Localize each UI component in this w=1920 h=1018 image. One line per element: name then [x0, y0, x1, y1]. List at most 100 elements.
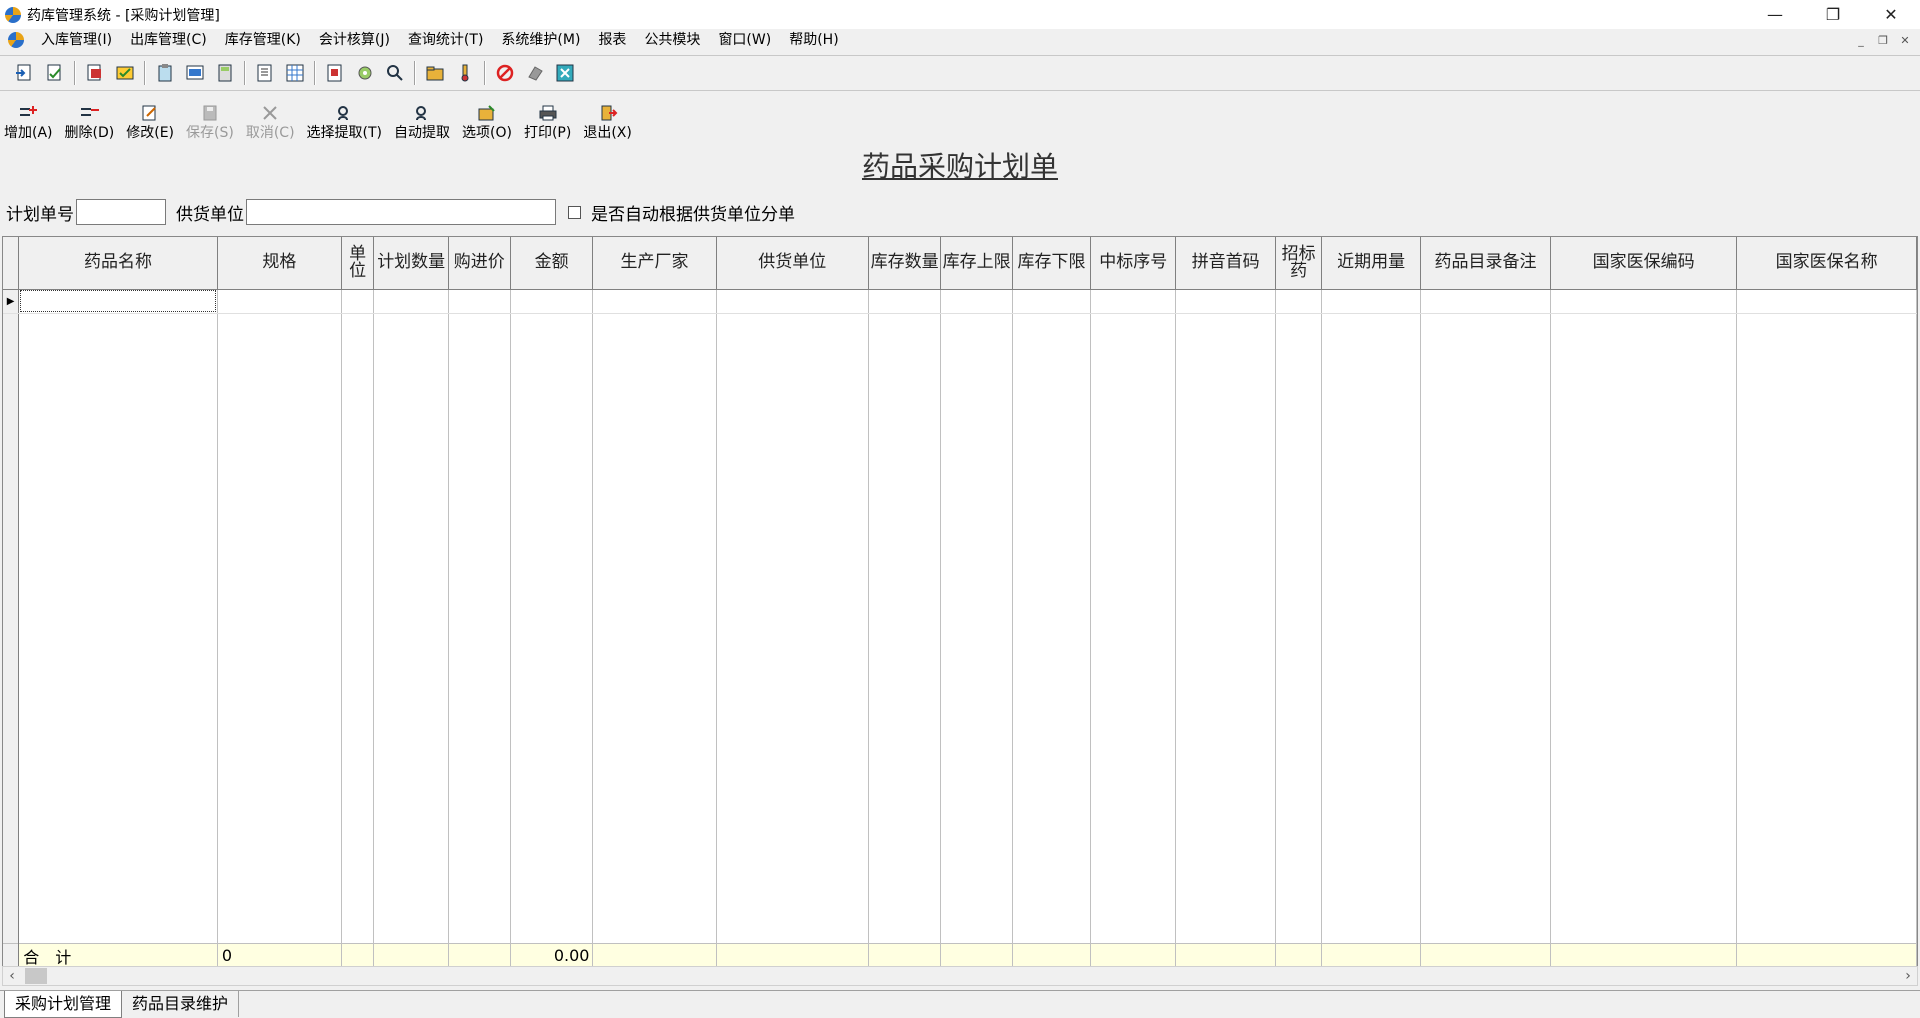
scroll-thumb[interactable]	[25, 968, 47, 984]
grid-cell[interactable]	[341, 289, 374, 313]
modify-button[interactable]: 修改(E)	[126, 104, 174, 142]
eraser-icon[interactable]	[523, 61, 547, 85]
col-unit[interactable]: 单位	[341, 237, 374, 289]
thermometer-icon[interactable]	[453, 61, 477, 85]
minimize-button[interactable]: —	[1746, 0, 1804, 29]
import-icon[interactable]	[13, 61, 37, 85]
options-button-label: 选项(O)	[462, 124, 512, 142]
scroll-left-icon[interactable]: ‹	[3, 968, 21, 984]
col-purchase-price[interactable]: 购进价	[448, 237, 510, 289]
menu-common[interactable]: 公共模块	[635, 29, 709, 51]
grid-cell[interactable]	[510, 289, 593, 313]
clipboard-icon[interactable]	[153, 61, 177, 85]
col-supplier[interactable]: 供货单位	[716, 237, 868, 289]
menu-help[interactable]: 帮助(H)	[780, 29, 847, 51]
grid-cell[interactable]	[1737, 289, 1917, 313]
grid-cell[interactable]	[868, 289, 940, 313]
menu-query[interactable]: 查询统计(T)	[399, 29, 492, 51]
table-icon[interactable]	[283, 61, 307, 85]
col-spec[interactable]: 规格	[217, 237, 341, 289]
menu-inbound[interactable]: 入库管理(I)	[32, 29, 121, 51]
check-import-icon[interactable]	[43, 61, 67, 85]
grid-cell[interactable]	[374, 289, 448, 313]
grid-cell[interactable]	[1421, 289, 1551, 313]
close-window-icon[interactable]	[553, 61, 577, 85]
search-icon[interactable]	[383, 61, 407, 85]
report-icon[interactable]	[253, 61, 277, 85]
auto-extract-label: 自动提取	[394, 124, 450, 142]
grid-cell[interactable]	[941, 289, 1013, 313]
col-insurance-code[interactable]: 国家医保编码	[1550, 237, 1736, 289]
mdi-restore-button[interactable]: ❐	[1872, 29, 1894, 51]
col-manufacturer[interactable]: 生产厂家	[593, 237, 716, 289]
grid-cell[interactable]	[1091, 289, 1176, 313]
horizontal-scrollbar[interactable]: ‹ ›	[2, 966, 1918, 986]
menu-inventory[interactable]: 库存管理(K)	[216, 29, 310, 51]
menu-accounting[interactable]: 会计核算(J)	[310, 29, 399, 51]
save-button[interactable]: 保存(S)	[186, 104, 234, 142]
list-icon[interactable]	[183, 61, 207, 85]
col-insurance-name[interactable]: 国家医保名称	[1737, 237, 1917, 289]
menu-bar: 入库管理(I) 出库管理(C) 库存管理(K) 会计核算(J) 查询统计(T) …	[0, 29, 1920, 51]
col-plan-qty[interactable]: 计划数量	[374, 237, 448, 289]
auto-extract-button[interactable]: 自动提取	[394, 104, 450, 142]
supplier-input[interactable]	[246, 199, 556, 225]
filter-row: 计划单号 供货单位 是否自动根据供货单位分单	[6, 198, 795, 226]
col-stock-max[interactable]: 库存上限	[941, 237, 1013, 289]
edit-icon	[140, 104, 160, 122]
plan-icon[interactable]	[323, 61, 347, 85]
menu-window[interactable]: 窗口(W)	[709, 29, 780, 51]
calculator-icon[interactable]	[213, 61, 237, 85]
grid-cell[interactable]	[19, 289, 218, 313]
grid-cell[interactable]	[1550, 289, 1736, 313]
grid-cell[interactable]	[593, 289, 716, 313]
exit-button[interactable]: 退出(X)	[583, 104, 632, 142]
close-button[interactable]: ✕	[1862, 0, 1920, 29]
restore-button[interactable]: ❐	[1804, 0, 1862, 29]
mdi-minimize-button[interactable]: _	[1850, 29, 1872, 51]
print-button[interactable]: 打印(P)	[524, 104, 571, 142]
add-button[interactable]: 增加(A)	[4, 104, 53, 142]
grid-cell[interactable]	[217, 289, 341, 313]
plan-no-input[interactable]	[76, 199, 166, 225]
table-row[interactable]: ▶	[3, 289, 1917, 313]
col-recent-usage[interactable]: 近期用量	[1322, 237, 1421, 289]
tab-drug-catalog[interactable]: 药品目录维护	[122, 991, 239, 1017]
options-button[interactable]: 选项(O)	[462, 104, 512, 142]
grid-cell[interactable]	[1322, 289, 1421, 313]
menu-system[interactable]: 系统维护(M)	[492, 29, 589, 51]
col-stock-qty[interactable]: 库存数量	[868, 237, 940, 289]
select-extract-button[interactable]: 选择提取(T)	[307, 104, 382, 142]
total-row: 合 计 0 0.00	[3, 943, 1917, 968]
delete-button[interactable]: 删除(D)	[65, 104, 115, 142]
col-stock-min[interactable]: 库存下限	[1012, 237, 1090, 289]
export-icon[interactable]	[83, 61, 107, 85]
scroll-right-icon[interactable]: ›	[1899, 968, 1917, 984]
cancel-button[interactable]: 取消(C)	[246, 104, 295, 142]
col-drug-name[interactable]: 药品名称	[19, 237, 218, 289]
col-amount[interactable]: 金额	[510, 237, 593, 289]
col-bid-no[interactable]: 中标序号	[1091, 237, 1176, 289]
approve-icon[interactable]	[113, 61, 137, 85]
mdi-app-icon[interactable]	[8, 32, 24, 48]
tab-purchase-plan[interactable]: 采购计划管理	[4, 991, 122, 1018]
menu-reports[interactable]: 报表	[589, 29, 635, 51]
grid-cell[interactable]	[448, 289, 510, 313]
col-bid-drug[interactable]: 招标药	[1276, 237, 1322, 289]
auto-split-checkbox[interactable]	[568, 206, 581, 219]
purchase-plan-grid[interactable]: 药品名称 规格 单位 计划数量 购进价 金额 生产厂家 供货单位 库存数量 库存…	[2, 236, 1918, 968]
grid-cell[interactable]	[1276, 289, 1322, 313]
col-pinyin[interactable]: 拼音首码	[1176, 237, 1276, 289]
grid-cell[interactable]	[1012, 289, 1090, 313]
folder-icon[interactable]	[423, 61, 447, 85]
auto-split-label: 是否自动根据供货单位分单	[591, 200, 795, 225]
col-catalog-note[interactable]: 药品目录备注	[1421, 237, 1551, 289]
printer-icon	[538, 104, 558, 122]
menu-outbound[interactable]: 出库管理(C)	[121, 29, 216, 51]
mdi-close-button[interactable]: ✕	[1894, 29, 1916, 51]
grid-cell[interactable]	[716, 289, 868, 313]
settings-icon[interactable]	[353, 61, 377, 85]
app-logo-icon	[5, 7, 21, 23]
grid-cell[interactable]	[1176, 289, 1276, 313]
stop-icon[interactable]	[493, 61, 517, 85]
